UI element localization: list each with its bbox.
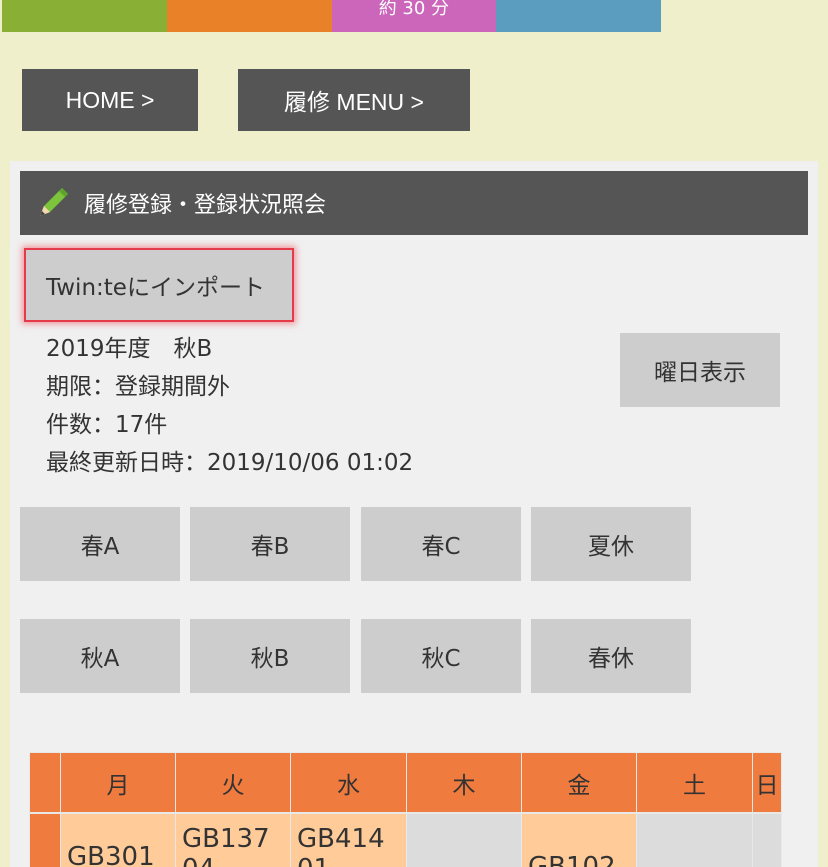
duration-label: 約 30 分: [378, 0, 450, 19]
timetable-header-thu: 木: [406, 752, 522, 813]
year-term-text: 2019年度 秋B: [46, 336, 213, 362]
updated-text: 最終更新日時：2019/10/06 01:02: [46, 450, 414, 476]
page-title: 履修登録・登録状況照会: [84, 193, 327, 218]
timetable-cell-sat[interactable]: [636, 813, 753, 867]
timetable-cell-wed[interactable]: GB414 01: [290, 813, 407, 867]
color-segment-purple: 約 30 分: [331, 0, 497, 32]
registration-panel: 履修登録・登録状況照会 Twin:teにインポート 2019年度 秋B 期限：登…: [10, 161, 818, 867]
timetable-cell-fri[interactable]: GB102: [521, 813, 637, 867]
timetable-header-sun: 日: [752, 752, 782, 813]
timetable-header-sat: 土: [636, 752, 753, 813]
weekday-view-button[interactable]: 曜日表示: [620, 333, 780, 407]
timetable-header-corner: [29, 752, 61, 813]
timetable-header-fri: 金: [521, 752, 637, 813]
timetable-period-label: [29, 813, 61, 867]
timetable-header-tue: 火: [175, 752, 291, 813]
timetable-header-mon: 月: [60, 752, 176, 813]
deadline-text: 期限：登録期間外: [46, 374, 230, 400]
timetable-cell-thu[interactable]: [406, 813, 522, 867]
term-button-spring-b[interactable]: 春B: [190, 507, 350, 581]
timetable-cell-mon[interactable]: GB301: [60, 813, 176, 867]
term-button-spring-break[interactable]: 春休: [531, 619, 691, 693]
term-button-fall-c[interactable]: 秋C: [361, 619, 521, 693]
color-segment-green: [2, 0, 167, 32]
term-button-summer-break[interactable]: 夏休: [531, 507, 691, 581]
pencil-icon: [40, 188, 68, 216]
term-button-spring-c[interactable]: 春C: [361, 507, 521, 581]
timetable-header-wed: 水: [290, 752, 407, 813]
home-button[interactable]: HOME >: [22, 69, 198, 131]
timetable-cell-tue[interactable]: GB137 04: [175, 813, 291, 867]
term-button-fall-a[interactable]: 秋A: [20, 619, 180, 693]
term-button-fall-b[interactable]: 秋B: [190, 619, 350, 693]
color-segment-orange: [166, 0, 332, 32]
import-twinte-button[interactable]: Twin:teにインポート: [24, 248, 294, 322]
timetable-cell-sun[interactable]: [752, 813, 782, 867]
course-menu-button[interactable]: 履修 MENU >: [238, 69, 470, 131]
top-color-bar: 約 30 分: [2, 0, 661, 32]
panel-header: 履修登録・登録状況照会: [20, 171, 808, 235]
color-segment-blue: [496, 0, 661, 32]
term-button-spring-a[interactable]: 春A: [20, 507, 180, 581]
count-text: 件数：17件: [46, 412, 168, 438]
